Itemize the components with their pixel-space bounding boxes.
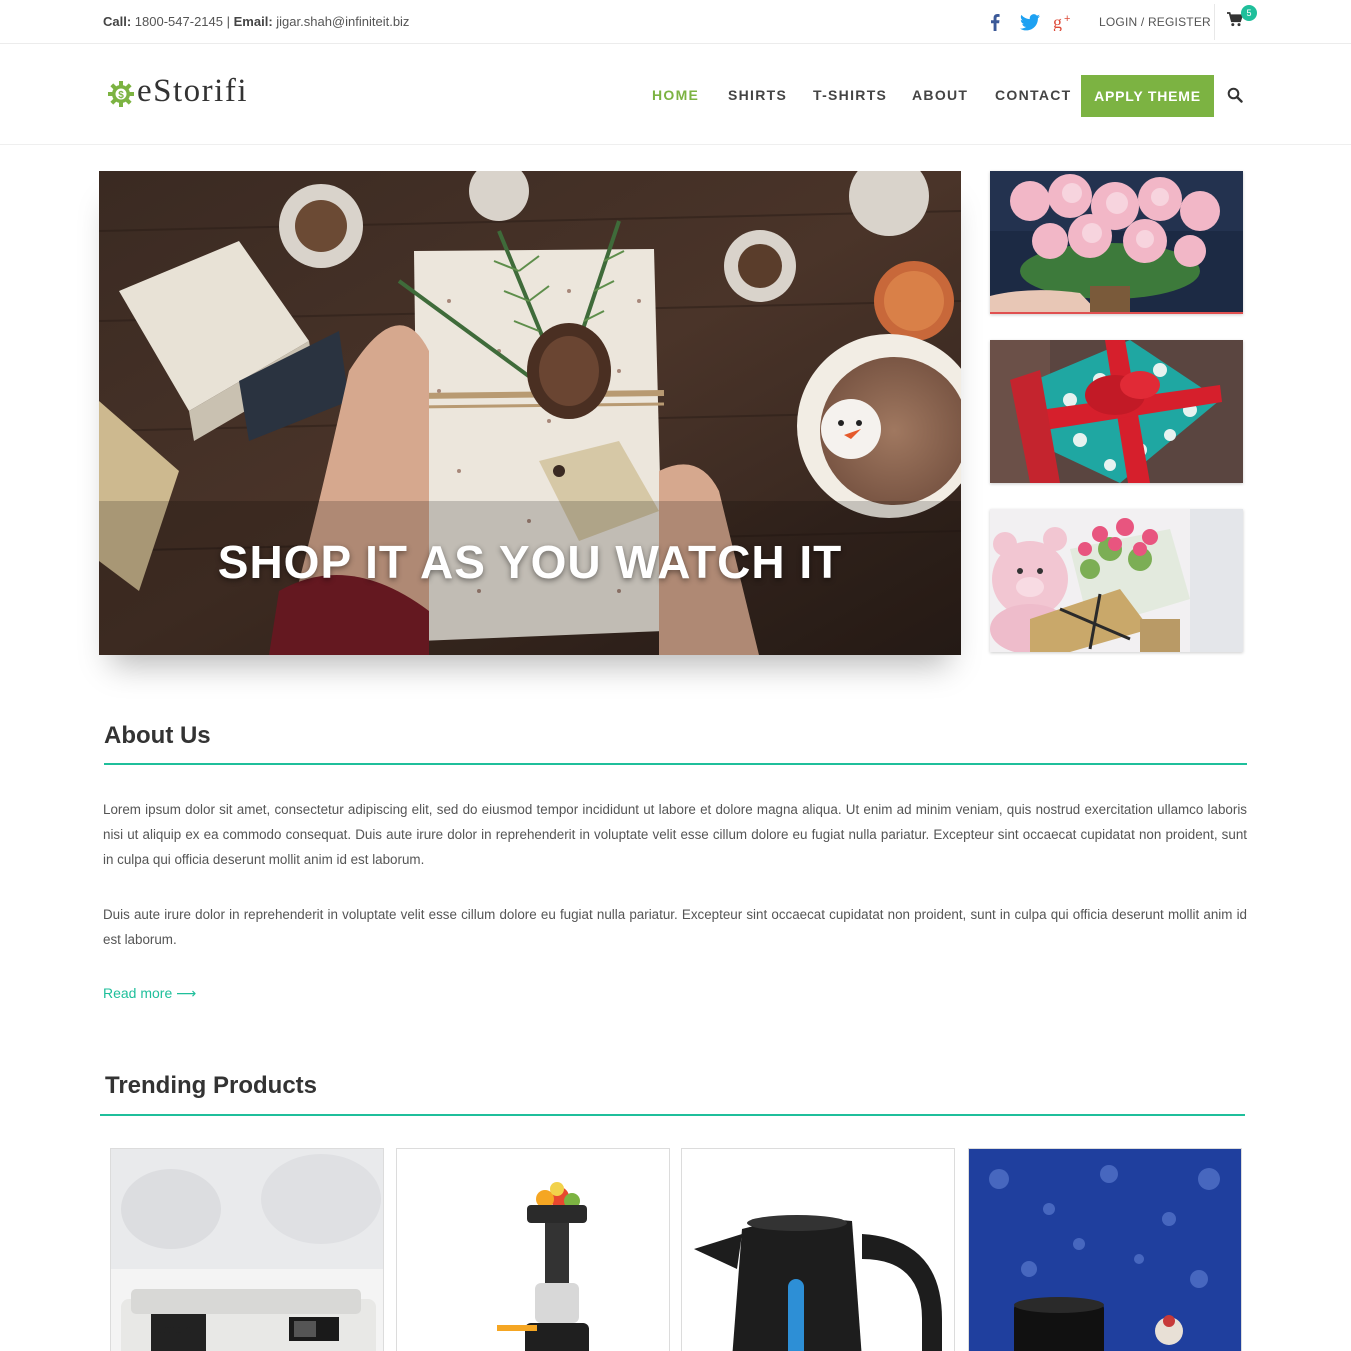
product-card-kettle[interactable]	[681, 1148, 955, 1351]
svg-text:$: $	[118, 90, 124, 101]
hero-banner[interactable]: SHOP IT AS YOU WATCH IT	[99, 171, 961, 655]
svg-text:g: g	[1053, 13, 1062, 31]
logo-gear-icon[interactable]: $	[108, 81, 134, 107]
product-card-perfume[interactable]	[968, 1148, 1242, 1351]
about-us-divider	[104, 763, 1247, 765]
apply-theme-button[interactable]: APPLY THEME	[1081, 75, 1214, 117]
side-banner-gift[interactable]	[990, 340, 1243, 483]
nav-shirts[interactable]: SHIRTS	[728, 87, 787, 103]
trending-divider	[100, 1114, 1245, 1116]
about-us-heading: About Us	[104, 722, 211, 749]
juicer-image	[397, 1149, 669, 1351]
polka-gift-image	[990, 340, 1243, 483]
about-paragraph-1: Lorem ipsum dolor sit amet, consectetur …	[103, 802, 1247, 867]
nav-home[interactable]: HOME	[652, 87, 699, 103]
cart-count-badge: 5	[1241, 5, 1257, 21]
about-paragraph-2: Duis aute irure dolor in reprehenderit i…	[103, 907, 1247, 947]
facebook-icon[interactable]	[984, 11, 1006, 33]
hero-headline: SHOP IT AS YOU WATCH IT	[217, 536, 843, 588]
nav-contact[interactable]: CONTACT	[995, 87, 1072, 103]
nav-about[interactable]: ABOUT	[912, 87, 968, 103]
side-banner-flowers[interactable]	[990, 171, 1243, 314]
google-plus-icon[interactable]: g +	[1053, 11, 1075, 33]
logo-text[interactable]: eStorifi	[137, 73, 248, 110]
product-card-juicer[interactable]	[396, 1148, 670, 1351]
trending-products-heading: Trending Products	[105, 1072, 318, 1099]
contact-info: Call: 1800-547-2145 | Email: jigar.shah@…	[103, 14, 409, 29]
topbar-separator	[1214, 4, 1215, 40]
search-icon[interactable]	[1227, 87, 1243, 103]
phone-number[interactable]: 1800-547-2145	[135, 14, 223, 29]
camera-brand-label: Canon	[154, 1321, 192, 1336]
svg-text:+: +	[1064, 13, 1070, 25]
site-header: $ eStorifi HOME SHIRTS T-SHIRTS ABOUT CO…	[0, 45, 1351, 145]
teddy-roses-image	[990, 509, 1243, 652]
side-banner-teddy[interactable]	[990, 509, 1243, 652]
camera-image: Canon	[111, 1149, 383, 1351]
call-label: Call:	[103, 14, 132, 29]
kettle-image	[682, 1149, 954, 1351]
nav-t-shirts[interactable]: T-SHIRTS	[813, 87, 887, 103]
email-label: Email:	[233, 14, 273, 29]
contact-divider: |	[226, 14, 231, 29]
peonies-image	[990, 171, 1243, 314]
read-more-link[interactable]: Read more ⟶	[103, 985, 196, 1002]
top-bar: Call: 1800-547-2145 | Email: jigar.shah@…	[0, 0, 1351, 44]
twitter-icon[interactable]	[1019, 11, 1041, 33]
perfume-image	[969, 1149, 1241, 1351]
product-card-camera[interactable]: Canon	[110, 1148, 384, 1351]
email-address[interactable]: jigar.shah@infiniteit.biz	[276, 14, 409, 29]
login-register-link[interactable]: LOGIN / REGISTER	[1099, 15, 1211, 29]
